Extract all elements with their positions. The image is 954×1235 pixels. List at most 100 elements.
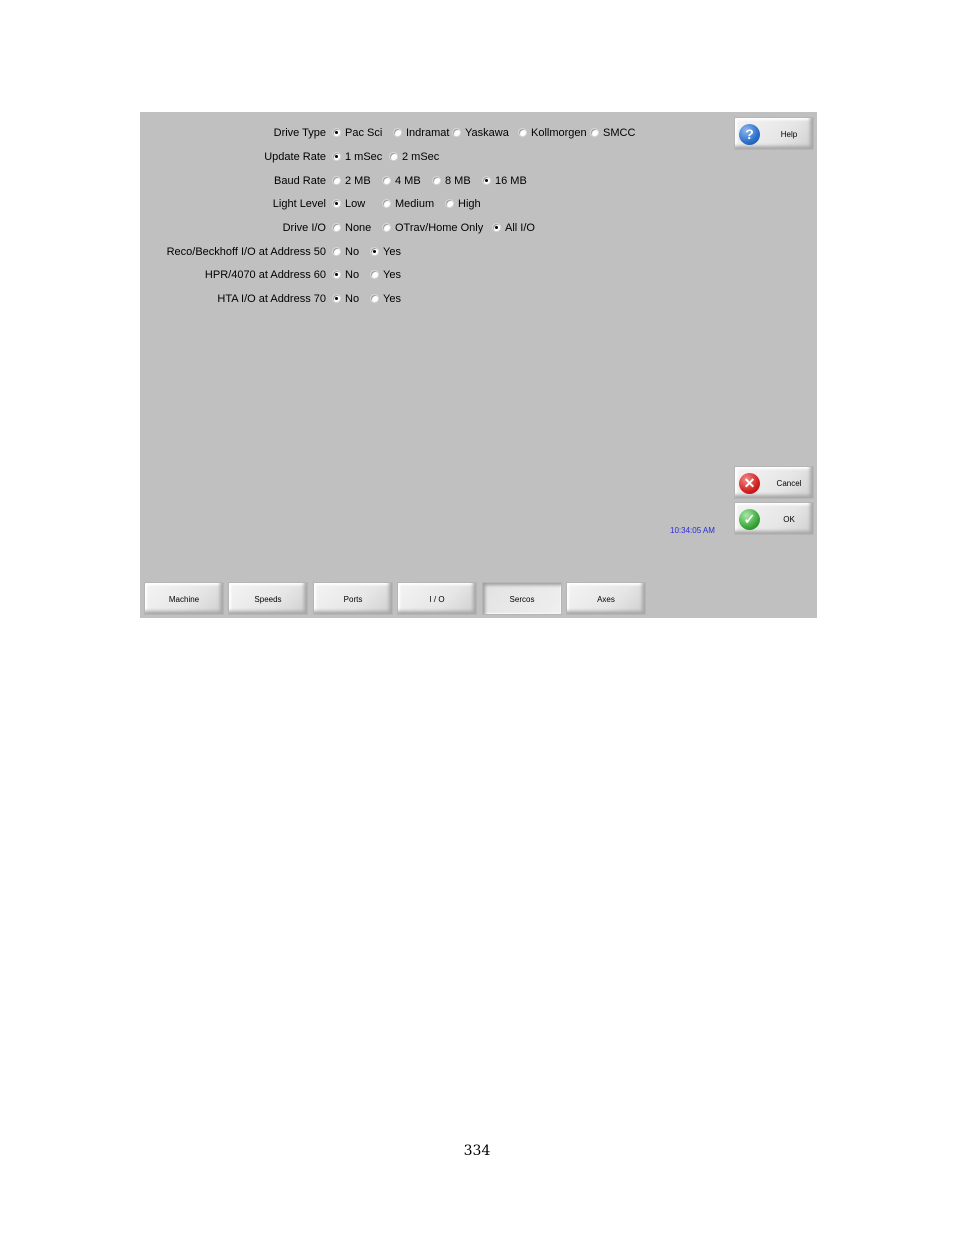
radio-option[interactable]: 4 MB bbox=[382, 172, 421, 190]
radio-option[interactable]: SMCC bbox=[590, 124, 635, 142]
setting-label: Reco/Beckhoff I/O at Address 50 bbox=[166, 246, 326, 258]
tab-axes[interactable]: Axes bbox=[566, 582, 646, 615]
tab-i-o[interactable]: I / O bbox=[397, 582, 477, 615]
radio-button[interactable] bbox=[452, 127, 461, 137]
radio-option-label: Pac Sci bbox=[345, 127, 383, 139]
radio-option-label: SMCC bbox=[603, 127, 636, 139]
radio-option[interactable]: Yes bbox=[370, 266, 401, 284]
radio-option-label: OTrav/Home Only bbox=[395, 222, 484, 234]
setting-label: Update Rate bbox=[264, 151, 326, 163]
radio-option[interactable]: All I/O bbox=[492, 219, 535, 237]
radio-option-label: High bbox=[458, 198, 481, 210]
radio-option-label: No bbox=[345, 246, 360, 258]
radio-option[interactable]: None bbox=[332, 219, 371, 237]
radio-option-label: No bbox=[345, 293, 360, 305]
setup-panel: Drive Type Pac Sci Indramat Yaskawa Kollmorg… bbox=[140, 112, 817, 618]
tab-speeds[interactable]: Speeds bbox=[228, 582, 308, 615]
radio-button[interactable] bbox=[393, 127, 402, 137]
setting-row: Light Level Low Medium High bbox=[140, 195, 817, 213]
radio-option[interactable]: No bbox=[332, 266, 359, 284]
setting-label: HTA I/O at Address 70 bbox=[217, 293, 326, 305]
radio-option[interactable]: No bbox=[332, 290, 359, 308]
radio-option-label: Medium bbox=[395, 198, 435, 210]
radio-option[interactable]: No bbox=[332, 243, 359, 261]
setting-row: Drive Type Pac Sci Indramat Yaskawa Kollmorg… bbox=[140, 124, 817, 142]
setting-row: Update Rate 1 mSec 2 mSec bbox=[140, 148, 817, 166]
radio-option[interactable]: OTrav/Home Only bbox=[382, 219, 483, 237]
radio-option[interactable]: 2 mSec bbox=[389, 148, 439, 166]
radio-button[interactable] bbox=[382, 198, 391, 208]
setting-row: HTA I/O at Address 70 No Yes bbox=[140, 290, 817, 308]
radio-button[interactable] bbox=[590, 127, 599, 137]
radio-option-label: Yes bbox=[383, 269, 401, 281]
radio-option[interactable]: High bbox=[445, 195, 481, 213]
radio-button[interactable] bbox=[332, 198, 341, 208]
radio-option-label: Yes bbox=[383, 293, 401, 305]
radio-button[interactable] bbox=[332, 246, 341, 256]
radio-option[interactable]: Low bbox=[332, 195, 365, 213]
radio-option[interactable]: 16 MB bbox=[482, 172, 527, 190]
radio-button[interactable] bbox=[382, 175, 391, 185]
radio-option-label: 2 MB bbox=[345, 175, 371, 187]
radio-button[interactable] bbox=[382, 222, 391, 232]
page-number: 334 bbox=[463, 1143, 491, 1159]
radio-option-label: 16 MB bbox=[495, 175, 527, 187]
radio-button[interactable] bbox=[332, 293, 341, 303]
radio-button[interactable] bbox=[370, 246, 379, 256]
setting-row: Baud Rate 2 MB 4 MB 8 MB 16 MB bbox=[140, 172, 817, 190]
radio-option-label: No bbox=[345, 269, 360, 281]
tab-ports[interactable]: Ports bbox=[313, 582, 393, 615]
radio-button[interactable] bbox=[332, 222, 341, 232]
radio-button[interactable] bbox=[332, 151, 341, 161]
radio-option-label: 4 MB bbox=[395, 175, 421, 187]
radio-button[interactable] bbox=[518, 127, 527, 137]
x-icon: ✕ bbox=[739, 473, 760, 494]
radio-option-label: All I/O bbox=[505, 222, 535, 234]
radio-option[interactable]: Pac Sci bbox=[332, 124, 382, 142]
radio-option-label: Yes bbox=[383, 246, 401, 258]
clock-time: 10:34:05 AM bbox=[670, 526, 715, 535]
radio-option-label: 8 MB bbox=[445, 175, 471, 187]
radio-button[interactable] bbox=[445, 198, 454, 208]
tab-machine[interactable]: Machine bbox=[144, 582, 224, 615]
radio-button[interactable] bbox=[492, 222, 501, 232]
radio-button[interactable] bbox=[432, 175, 441, 185]
setting-row: Drive I/O None OTrav/Home Only All I/O bbox=[140, 219, 817, 237]
setting-label: Drive I/O bbox=[282, 222, 326, 234]
radio-option[interactable]: 2 MB bbox=[332, 172, 371, 190]
setting-row: HPR/4070 at Address 60 No Yes bbox=[140, 266, 817, 284]
setting-label: HPR/4070 at Address 60 bbox=[204, 269, 326, 281]
radio-option[interactable]: Yes bbox=[370, 290, 401, 308]
radio-option[interactable]: Kollmorgen bbox=[518, 124, 587, 142]
radio-option[interactable]: 1 mSec bbox=[332, 148, 382, 166]
radio-button[interactable] bbox=[370, 269, 379, 279]
radio-option[interactable]: Indramat bbox=[393, 124, 449, 142]
radio-button[interactable] bbox=[332, 175, 341, 185]
ok-button[interactable]: ✓ OK bbox=[734, 502, 814, 535]
setting-label: Light Level bbox=[272, 198, 326, 210]
radio-option-label: Indramat bbox=[406, 127, 450, 139]
radio-option-label: Low bbox=[345, 198, 366, 210]
radio-option[interactable]: Yaskawa bbox=[452, 124, 509, 142]
setting-label: Drive Type bbox=[273, 127, 326, 139]
radio-button[interactable] bbox=[332, 127, 341, 137]
radio-button[interactable] bbox=[370, 293, 379, 303]
check-icon: ✓ bbox=[739, 509, 760, 530]
radio-option-label: 2 mSec bbox=[402, 151, 440, 163]
radio-option[interactable]: 8 MB bbox=[432, 172, 471, 190]
tab-sercos[interactable]: Sercos bbox=[482, 582, 562, 615]
radio-option[interactable]: Medium bbox=[382, 195, 434, 213]
question-icon: ? bbox=[739, 124, 760, 145]
setting-label: Baud Rate bbox=[274, 175, 326, 187]
radio-button[interactable] bbox=[332, 269, 341, 279]
radio-option-label: None bbox=[345, 222, 372, 234]
radio-option-label: Yaskawa bbox=[465, 127, 509, 139]
setting-row: Reco/Beckhoff I/O at Address 50 No Yes bbox=[140, 243, 817, 261]
radio-option-label: 1 mSec bbox=[345, 151, 383, 163]
radio-option-label: Kollmorgen bbox=[531, 127, 587, 139]
radio-button[interactable] bbox=[389, 151, 398, 161]
help-button[interactable]: ? Help bbox=[734, 117, 814, 150]
radio-option[interactable]: Yes bbox=[370, 243, 401, 261]
radio-button[interactable] bbox=[482, 175, 491, 185]
cancel-button[interactable]: ✕ Cancel bbox=[734, 466, 814, 499]
